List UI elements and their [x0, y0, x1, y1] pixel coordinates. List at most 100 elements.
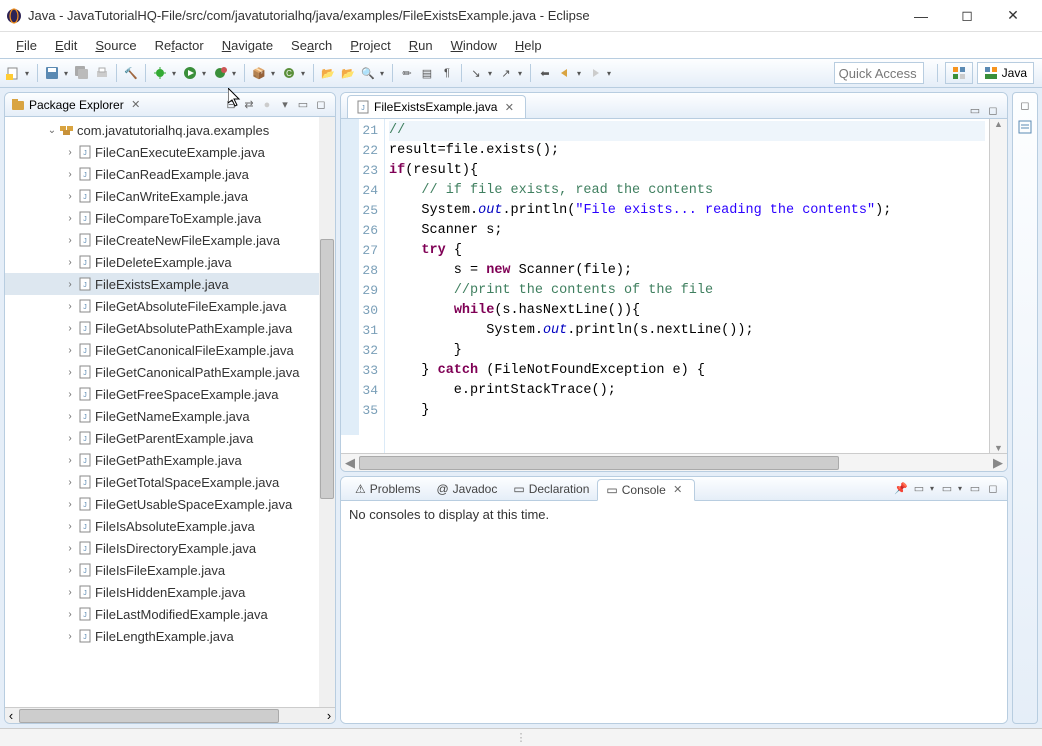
forward-icon[interactable]	[586, 64, 604, 82]
svg-text:J: J	[83, 172, 87, 179]
open-type-icon[interactable]: 📂	[319, 64, 337, 82]
new-icon[interactable]	[4, 64, 22, 82]
toggle-ws-icon[interactable]: ¶	[438, 64, 456, 82]
search-icon[interactable]: 🔍	[359, 64, 377, 82]
maximize-button[interactable]: ◻	[944, 1, 990, 31]
minimize-view-icon[interactable]: ▭	[295, 97, 311, 113]
close-tab-icon[interactable]: ✕	[670, 482, 686, 498]
svg-text:J: J	[83, 326, 87, 333]
menu-search[interactable]: Search	[283, 36, 340, 55]
print-icon[interactable]	[93, 64, 111, 82]
svg-text:J: J	[83, 216, 87, 223]
svg-text:J: J	[83, 150, 87, 157]
editor-hscrollbar[interactable]: ◀▶	[341, 453, 1007, 471]
display-console-icon[interactable]: ▭	[911, 481, 927, 497]
new-class-icon[interactable]: C	[280, 64, 298, 82]
tree-file[interactable]: ›JFileGetUsableSpaceExample.java	[5, 493, 319, 515]
quick-access-input[interactable]: Quick Access	[834, 62, 924, 84]
open-console-icon[interactable]: ▭	[939, 481, 955, 497]
bottom-tabgroup: ⚠ Problems@ Javadoc▭ Declaration▭ Consol…	[340, 476, 1008, 724]
tree-file[interactable]: ›JFileGetCanonicalPathExample.java	[5, 361, 319, 383]
menu-window[interactable]: Window	[443, 36, 505, 55]
editor-vscrollbar[interactable]: ▲▼	[989, 119, 1007, 453]
tab-declaration[interactable]: ▭ Declaration	[505, 480, 597, 498]
menu-file[interactable]: File	[8, 36, 45, 55]
tree-file[interactable]: ›JFileIsFileExample.java	[5, 559, 319, 581]
back-icon[interactable]	[556, 64, 574, 82]
java-perspective-button[interactable]: Java	[977, 62, 1034, 84]
code-editor[interactable]: //result=file.exists();if(result){ // if…	[385, 119, 989, 453]
menu-edit[interactable]: Edit	[47, 36, 85, 55]
max-bottom-icon[interactable]: ◻	[985, 481, 1001, 497]
tree-file[interactable]: ›JFileGetAbsoluteFileExample.java	[5, 295, 319, 317]
collapse-all-icon[interactable]: ⊟	[223, 97, 239, 113]
tree-file[interactable]: ›JFileGetFreeSpaceExample.java	[5, 383, 319, 405]
menu-help[interactable]: Help	[507, 36, 550, 55]
editor-min-icon[interactable]: ▭	[967, 102, 983, 118]
tree-file[interactable]: ›JFileGetCanonicalFileExample.java	[5, 339, 319, 361]
next-annotation-icon[interactable]: ↘	[467, 64, 485, 82]
view-menu-icon[interactable]: ▾	[277, 97, 293, 113]
package-tree[interactable]: ⌄com.javatutorialhq.java.examples›JFileC…	[5, 117, 319, 707]
editor-tab[interactable]: J FileExistsExample.java ✕	[347, 95, 526, 118]
tree-file[interactable]: ›JFileGetParentExample.java	[5, 427, 319, 449]
tree-hscrollbar[interactable]: ‹›	[5, 707, 335, 723]
tree-vscrollbar[interactable]	[319, 117, 335, 707]
svg-text:J: J	[83, 436, 87, 443]
tree-file[interactable]: ›JFileIsHiddenExample.java	[5, 581, 319, 603]
close-button[interactable]: ✕	[990, 1, 1036, 31]
last-edit-icon[interactable]: ⬅	[536, 64, 554, 82]
run-icon[interactable]	[181, 64, 199, 82]
tree-file[interactable]: ›JFileDeleteExample.java	[5, 251, 319, 273]
svg-text:J: J	[83, 524, 87, 531]
focus-icon[interactable]: ●	[259, 97, 275, 113]
save-all-icon[interactable]	[73, 64, 91, 82]
new-package-icon[interactable]: 📦	[250, 64, 268, 82]
tree-file[interactable]: ›JFileCanExecuteExample.java	[5, 141, 319, 163]
close-tab-icon[interactable]: ✕	[501, 99, 517, 115]
min-bottom-icon[interactable]: ▭	[967, 481, 983, 497]
maximize-view-icon[interactable]: ◻	[313, 97, 329, 113]
tree-file[interactable]: ›JFileCompareToExample.java	[5, 207, 319, 229]
tree-file[interactable]: ›JFileGetAbsolutePathExample.java	[5, 317, 319, 339]
tree-file[interactable]: ›JFileLastModifiedExample.java	[5, 603, 319, 625]
run-last-icon[interactable]	[211, 64, 229, 82]
tree-package[interactable]: ⌄com.javatutorialhq.java.examples	[5, 119, 319, 141]
save-icon[interactable]	[43, 64, 61, 82]
tree-file[interactable]: ›JFileIsDirectoryExample.java	[5, 537, 319, 559]
restore-icon[interactable]: ◻	[1017, 97, 1033, 113]
link-editor-icon[interactable]: ⇄	[241, 97, 257, 113]
trim-stack[interactable]: ◻	[1012, 92, 1038, 724]
tree-file[interactable]: ›JFileCanReadExample.java	[5, 163, 319, 185]
tree-file[interactable]: ›JFileGetNameExample.java	[5, 405, 319, 427]
tree-file[interactable]: ›JFileIsAbsoluteExample.java	[5, 515, 319, 537]
menu-navigate[interactable]: Navigate	[214, 36, 281, 55]
tree-file[interactable]: ›JFileGetPathExample.java	[5, 449, 319, 471]
open-task-icon[interactable]: 📂	[339, 64, 357, 82]
toggle-block-icon[interactable]: ▤	[418, 64, 436, 82]
svg-text:J: J	[83, 590, 87, 597]
menu-refactor[interactable]: Refactor	[147, 36, 212, 55]
pin-console-icon[interactable]: 📌	[893, 481, 909, 497]
debug-icon[interactable]	[151, 64, 169, 82]
menu-project[interactable]: Project	[342, 36, 398, 55]
tab-problems[interactable]: ⚠ Problems	[347, 480, 428, 498]
prev-annotation-icon[interactable]: ↗	[497, 64, 515, 82]
close-view-icon[interactable]: ✕	[128, 97, 144, 113]
tab-console[interactable]: ▭ Console ✕	[597, 479, 694, 501]
build-icon[interactable]: 🔨	[122, 64, 140, 82]
minimize-button[interactable]: —	[898, 1, 944, 31]
toggle-mark-icon[interactable]: ✏	[398, 64, 416, 82]
menu-source[interactable]: Source	[87, 36, 144, 55]
tree-file[interactable]: ›JFileGetTotalSpaceExample.java	[5, 471, 319, 493]
open-perspective-button[interactable]	[945, 62, 973, 84]
tree-file[interactable]: ›JFileExistsExample.java	[5, 273, 319, 295]
tree-file[interactable]: ›JFileCanWriteExample.java	[5, 185, 319, 207]
tree-file[interactable]: ›JFileCreateNewFileExample.java	[5, 229, 319, 251]
menu-run[interactable]: Run	[401, 36, 441, 55]
dropdown-icon[interactable]: ▾	[24, 69, 32, 78]
tree-file[interactable]: ›JFileLengthExample.java	[5, 625, 319, 647]
tab-javadoc[interactable]: @ Javadoc	[428, 480, 505, 498]
editor-max-icon[interactable]: ◻	[985, 102, 1001, 118]
outline-icon[interactable]	[1017, 119, 1033, 135]
